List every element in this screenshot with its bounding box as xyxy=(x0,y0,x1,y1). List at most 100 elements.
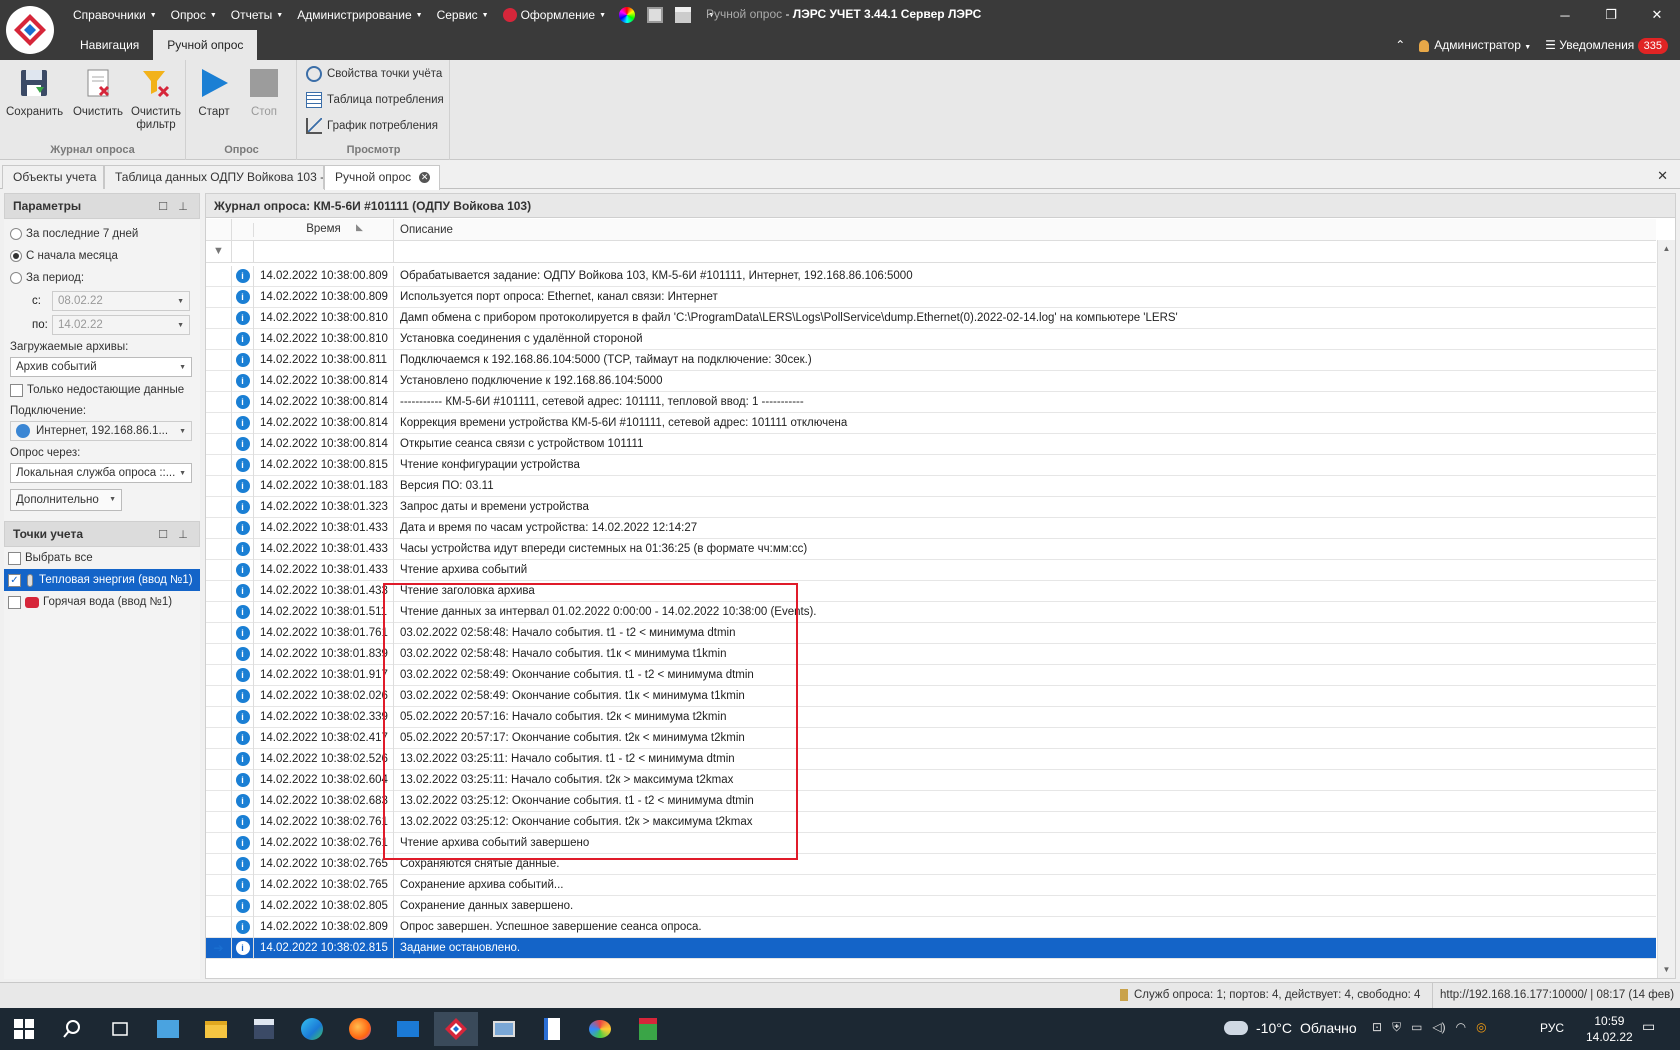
table-row[interactable]: i 14.02.2022 10:38:00.809 Используется пор… xyxy=(206,286,1656,308)
windows-start-icon[interactable] xyxy=(2,1012,46,1046)
lers-app-icon[interactable] xyxy=(434,1012,478,1046)
minimize-button[interactable]: ─ xyxy=(1542,0,1588,30)
collapse-ribbon-icon[interactable]: ⌃ xyxy=(1395,38,1405,52)
pin-icon[interactable]: ⊥ xyxy=(175,528,191,541)
floppy-app-icon[interactable] xyxy=(242,1012,286,1046)
firefox-icon[interactable] xyxy=(338,1012,382,1046)
tray-icon-1[interactable]: ⊡ xyxy=(1372,1020,1382,1035)
thermometer-icon xyxy=(27,573,33,587)
file-explorer-icon[interactable] xyxy=(194,1012,238,1046)
table-row[interactable]: i 14.02.2022 10:38:02.765 Сохранение архив… xyxy=(206,874,1656,896)
filter-icon[interactable]: ▼ xyxy=(213,245,224,257)
tray-icon-5[interactable]: ◠ xyxy=(1456,1020,1466,1035)
table-row[interactable]: i 14.02.2022 10:38:02.809 Опрос завершен. … xyxy=(206,916,1656,938)
table-row[interactable]: i 14.02.2022 10:38:00.814 ----------- КМ-5… xyxy=(206,391,1656,413)
scroll-down-icon[interactable]: ▼ xyxy=(1658,965,1675,974)
table-row[interactable]: i 14.02.2022 10:38:01.183 Версия ПО: 03.11 xyxy=(206,475,1656,497)
network-tool-icon[interactable] xyxy=(626,1012,670,1046)
document-app-icon[interactable] xyxy=(530,1012,574,1046)
save-quick-icon[interactable] xyxy=(647,7,664,23)
table-row[interactable]: i 14.02.2022 10:38:00.814 Установлено подк… xyxy=(206,370,1656,392)
clear-filter-button[interactable]: Очистить фильтр xyxy=(128,64,184,132)
doctab-data-table[interactable]: Таблица данных ОДПУ Войкова 103 - Тепло xyxy=(104,165,324,189)
column-description[interactable]: Описание xyxy=(393,219,453,241)
table-row[interactable]: i 14.02.2022 10:38:01.323 Запрос даты и вр… xyxy=(206,496,1656,518)
table-row[interactable]: i 14.02.2022 10:38:00.810 Установка соедин… xyxy=(206,328,1656,350)
time-filter-cell[interactable] xyxy=(253,241,393,263)
close-window-button[interactable]: ✕ xyxy=(1634,0,1680,30)
point-item-heat[interactable]: ✓ Тепловая энергия (ввод №1) xyxy=(4,569,200,591)
notifications-button[interactable]: ☰ Уведомления 335 xyxy=(1545,38,1668,54)
maximize-panel-icon[interactable]: ☐ xyxy=(155,528,171,541)
clock[interactable]: 10:59 14.02.22 xyxy=(1586,1013,1633,1045)
close-all-icon[interactable]: ✕ xyxy=(1657,168,1668,184)
table-row[interactable]: i 14.02.2022 10:38:00.810 Дамп обмена с пр… xyxy=(206,307,1656,329)
table-row[interactable]: i 14.02.2022 10:38:00.814 Открытие сеанса … xyxy=(206,433,1656,455)
table-row[interactable]: i 14.02.2022 10:38:00.814 Коррекция времен… xyxy=(206,412,1656,434)
connection-select[interactable]: Интернет, 192.168.86.1... ▼ xyxy=(10,421,192,441)
volume-icon[interactable]: ◁) xyxy=(1432,1020,1445,1035)
network-icon[interactable]: ▭ xyxy=(1411,1020,1422,1035)
vertical-scrollbar[interactable]: ▲ ▼ xyxy=(1657,240,1675,978)
archives-select[interactable]: Архив событий ▼ xyxy=(10,357,192,377)
search-icon[interactable] xyxy=(50,1012,94,1046)
table-row[interactable]: i 14.02.2022 10:38:02.805 Сохранение данны… xyxy=(206,895,1656,917)
stop-button[interactable]: Стоп xyxy=(241,64,287,119)
scroll-up-icon[interactable]: ▲ xyxy=(1658,244,1675,253)
additional-dropdown[interactable]: Дополнительно ▼ xyxy=(10,489,122,511)
menu-admin[interactable]: Администрирование ▼ xyxy=(290,8,429,22)
remote-desktop-icon[interactable] xyxy=(482,1012,526,1046)
table-row[interactable]: i 14.02.2022 10:38:01.433 Дата и время по … xyxy=(206,517,1656,539)
print-icon[interactable] xyxy=(675,7,692,23)
via-select[interactable]: Локальная служба опроса ::... ▼ xyxy=(10,463,192,483)
missing-only-checkbox[interactable]: Только недостающие данные xyxy=(6,379,198,401)
table-row[interactable]: i 14.02.2022 10:38:00.809 Обрабатывается з… xyxy=(206,265,1656,287)
paint-icon[interactable] xyxy=(578,1012,622,1046)
weather-widget[interactable]: -10°C Облачно xyxy=(1224,1020,1357,1036)
start-button[interactable]: Старт xyxy=(191,64,237,119)
pin-icon[interactable]: ⊥ xyxy=(175,200,191,213)
menu-reports[interactable]: Отчеты ▼ xyxy=(224,8,290,22)
language-indicator[interactable]: РУС xyxy=(1540,1021,1564,1035)
shield-icon[interactable]: ⛨ xyxy=(1392,1020,1401,1035)
radio-period[interactable]: За период: xyxy=(6,267,198,289)
user-menu[interactable]: Администратор ▼ xyxy=(1419,38,1531,52)
menu-directories[interactable]: Справочники ▼ xyxy=(66,8,164,22)
maximize-panel-icon[interactable]: ☐ xyxy=(155,200,171,213)
description-filter-cell[interactable] xyxy=(393,241,1656,263)
tab-manual-poll[interactable]: Ручной опрос xyxy=(153,30,258,60)
table-row[interactable]: ➔ i 14.02.2022 10:38:02.815 Задание останов… xyxy=(206,937,1656,959)
color-wheel-icon[interactable] xyxy=(619,7,636,23)
consumption-table-button[interactable]: Таблица потребления xyxy=(306,90,444,110)
radio-last7[interactable]: За последние 7 дней xyxy=(6,223,198,245)
point-properties-button[interactable]: Свойства точки учёта xyxy=(306,64,442,84)
app-logo[interactable] xyxy=(6,6,54,54)
menu-appearance[interactable]: Оформление ▼ xyxy=(496,8,613,23)
table-row[interactable]: i 14.02.2022 10:38:00.811 Подключаемся к 1… xyxy=(206,349,1656,371)
menu-poll[interactable]: Опрос ▼ xyxy=(164,8,224,22)
column-time[interactable]: Время xyxy=(253,223,393,237)
tray-icon-6[interactable]: ◎ xyxy=(1476,1020,1486,1035)
table-row[interactable]: i 14.02.2022 10:38:01.433 Часы устройства … xyxy=(206,538,1656,560)
select-all-checkbox[interactable]: Выбрать все xyxy=(4,547,200,569)
close-tab-icon[interactable]: ✕ xyxy=(419,172,431,184)
photos-app-icon[interactable] xyxy=(146,1012,190,1046)
task-view-icon[interactable] xyxy=(98,1012,142,1046)
date-from-field[interactable]: 08.02.22 ▼ xyxy=(52,291,190,311)
clear-button[interactable]: Очистить xyxy=(70,64,126,119)
tab-navigation[interactable]: Навигация xyxy=(66,30,153,60)
point-item-hotwater[interactable]: Горячая вода (ввод №1) xyxy=(4,591,200,613)
menu-service[interactable]: Сервис ▼ xyxy=(430,8,496,22)
edge-browser-icon[interactable] xyxy=(290,1012,334,1046)
table-row[interactable]: i 14.02.2022 10:38:00.815 Чтение конфигура… xyxy=(206,454,1656,476)
radio-month[interactable]: С начала месяца xyxy=(6,245,198,267)
consumption-chart-button[interactable]: График потребления xyxy=(306,116,438,136)
notification-center-icon[interactable]: ▭ xyxy=(1642,1018,1655,1035)
doctab-objects[interactable]: Объекты учета xyxy=(2,165,104,189)
save-button[interactable]: Сохранить xyxy=(6,64,63,119)
doctab-manual-poll[interactable]: Ручной опрос ✕ xyxy=(324,165,440,190)
date-to-field[interactable]: 14.02.22 ▼ xyxy=(52,315,190,335)
restore-button[interactable]: ❐ xyxy=(1588,0,1634,30)
mail-icon[interactable] xyxy=(386,1012,430,1046)
table-row[interactable]: i 14.02.2022 10:38:01.433 Чтение архива со… xyxy=(206,559,1656,581)
